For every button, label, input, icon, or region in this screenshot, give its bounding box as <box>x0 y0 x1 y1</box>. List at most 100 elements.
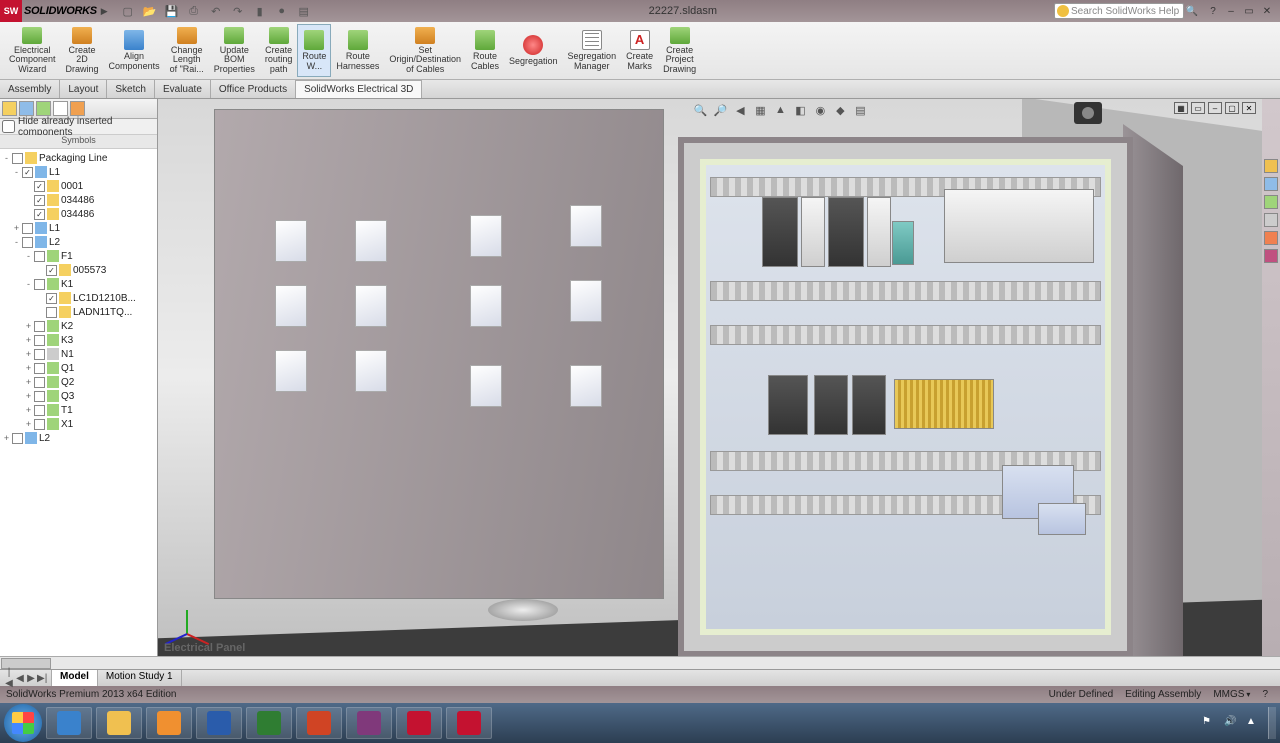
expand-icon[interactable]: + <box>24 363 33 373</box>
tab-sketch[interactable]: Sketch <box>107 80 155 98</box>
taskbar-excel-button[interactable] <box>246 707 292 739</box>
taskpane-design-library-icon[interactable] <box>1264 177 1278 191</box>
collapse-icon[interactable]: - <box>24 251 33 261</box>
hide-show-icon[interactable]: ◉ <box>812 102 828 118</box>
taskbar-file-explorer-button[interactable] <box>96 707 142 739</box>
panel-tab-property[interactable] <box>19 101 34 116</box>
search-input[interactable]: Search SolidWorks Help <box>1054 3 1184 19</box>
taskpane-custom-props-icon[interactable] <box>1264 249 1278 263</box>
taskbar-powerpoint-button[interactable] <box>296 707 342 739</box>
view-orient-icon[interactable]: ▲ <box>772 102 788 118</box>
collapse-icon[interactable]: - <box>12 237 21 247</box>
tree-checkbox[interactable]: ✓ <box>46 293 57 304</box>
ribbon-align-button[interactable]: AlignComponents <box>104 24 165 77</box>
panel-tab-electrical[interactable] <box>70 101 85 116</box>
tree-checkbox[interactable]: ✓ <box>34 209 45 220</box>
tree-item[interactable]: ✓005573 <box>0 263 157 277</box>
qat-rebuild-icon[interactable]: ● <box>274 3 290 19</box>
collapse-icon[interactable]: - <box>24 279 33 289</box>
qat-print-icon[interactable]: ⎙ <box>186 3 202 19</box>
tree-item[interactable]: -F1 <box>0 249 157 263</box>
scene-icon[interactable]: ▤ <box>852 102 868 118</box>
ribbon-create-button[interactable]: Create2DDrawing <box>61 24 104 77</box>
qat-options-icon[interactable]: ▤ <box>296 3 312 19</box>
status-units[interactable]: MMGS▾ <box>1213 689 1250 700</box>
prev-view-icon[interactable]: ◀ <box>732 102 748 118</box>
hide-inserted-input[interactable] <box>2 120 15 133</box>
tab-nav-next-icon[interactable]: ▶ <box>26 673 36 684</box>
start-button[interactable] <box>4 704 42 742</box>
tree-checkbox[interactable] <box>34 419 45 430</box>
expand-icon[interactable]: + <box>24 405 33 415</box>
tree-item[interactable]: +K3 <box>0 333 157 347</box>
ribbon-route-button[interactable]: RouteHarnesses <box>331 24 384 77</box>
ribbon-change-button[interactable]: ChangeLengthof "Rai... <box>165 24 209 77</box>
search-go-icon[interactable]: 🔍 <box>1184 6 1200 17</box>
graphics-viewport[interactable]: 🔍 🔎 ◀ ▦ ▲ ◧ ◉ ◆ ▤ ▦ ▭ – ▢ ✕ <box>158 99 1262 656</box>
tree-item[interactable]: -L2 <box>0 235 157 249</box>
tree-checkbox[interactable] <box>34 321 45 332</box>
ribbon-create-button[interactable]: CreateProjectDrawing <box>658 24 701 77</box>
ribbon-set-button[interactable]: SetOrigin/Destinationof Cables <box>384 24 466 77</box>
app-menu-dropdown[interactable]: ▶ <box>101 6 108 17</box>
tree-checkbox[interactable] <box>34 363 45 374</box>
expand-icon[interactable]: + <box>24 349 33 359</box>
ribbon-route-button[interactable]: RouteCables <box>466 24 504 77</box>
tab-evaluate[interactable]: Evaluate <box>155 80 211 98</box>
tree-checkbox[interactable] <box>34 405 45 416</box>
zoom-fit-icon[interactable]: 🔍 <box>692 102 708 118</box>
help-icon[interactable]: ? <box>1206 4 1220 18</box>
viewport-close-icon[interactable]: ✕ <box>1242 102 1256 114</box>
bottom-tab-model[interactable]: Model <box>52 670 98 686</box>
ribbon-segregation-button[interactable]: Segregation <box>504 24 563 77</box>
tree-item[interactable]: -Packaging Line <box>0 151 157 165</box>
tree-checkbox[interactable] <box>22 237 33 248</box>
tree-checkbox[interactable]: ✓ <box>46 265 57 276</box>
orientation-triad[interactable] <box>174 600 212 638</box>
expand-icon[interactable]: + <box>24 377 33 387</box>
tree-checkbox[interactable] <box>12 153 23 164</box>
panel-tab-display[interactable] <box>53 101 68 116</box>
display-style-icon[interactable]: ◧ <box>792 102 808 118</box>
tree-checkbox[interactable]: ✓ <box>22 167 33 178</box>
tab-office-products[interactable]: Office Products <box>211 80 296 98</box>
show-desktop-button[interactable] <box>1268 707 1276 739</box>
expand-icon[interactable]: + <box>12 223 21 233</box>
tree-item[interactable]: -K1 <box>0 277 157 291</box>
tab-layout[interactable]: Layout <box>60 80 107 98</box>
tree-item[interactable]: ✓034486 <box>0 207 157 221</box>
ribbon-update-button[interactable]: UpdateBOMProperties <box>209 24 260 77</box>
tree-checkbox[interactable] <box>34 279 45 290</box>
tab-assembly[interactable]: Assembly <box>0 80 60 98</box>
qat-open-icon[interactable]: 📂 <box>142 3 158 19</box>
tree-item[interactable]: ✓034486 <box>0 193 157 207</box>
status-help-icon[interactable]: ? <box>1262 689 1268 700</box>
tree-item[interactable]: +K2 <box>0 319 157 333</box>
qat-new-icon[interactable]: ▢ <box>120 3 136 19</box>
minimize-icon[interactable]: – <box>1224 4 1238 18</box>
tree-item[interactable]: +Q2 <box>0 375 157 389</box>
panel-tab-config[interactable] <box>36 101 51 116</box>
bottom-tab-motion-study-1[interactable]: Motion Study 1 <box>98 670 182 686</box>
appearance-icon[interactable]: ◆ <box>832 102 848 118</box>
tree-checkbox[interactable]: ✓ <box>34 181 45 192</box>
expand-icon[interactable]: + <box>24 335 33 345</box>
tray-volume-icon[interactable]: 🔊 <box>1224 716 1238 730</box>
panel-tab-feature-tree[interactable] <box>2 101 17 116</box>
tree-item[interactable]: -✓L1 <box>0 165 157 179</box>
tree-item[interactable]: ✓LC1D1210B... <box>0 291 157 305</box>
viewport-min-icon[interactable]: – <box>1208 102 1222 114</box>
ribbon-create-button[interactable]: Createroutingpath <box>260 24 298 77</box>
tree-item[interactable]: LADN11TQ... <box>0 305 157 319</box>
tree-item[interactable]: +X1 <box>0 417 157 431</box>
tree-item[interactable]: +L2 <box>0 431 157 445</box>
collapse-icon[interactable]: - <box>12 167 21 177</box>
taskpane-resources-icon[interactable] <box>1264 159 1278 173</box>
tree-item[interactable]: +L1 <box>0 221 157 235</box>
viewport-max-icon[interactable]: ▢ <box>1225 102 1239 114</box>
ribbon-segregation-button[interactable]: SegregationManager <box>563 24 622 77</box>
tree-item[interactable]: +N1 <box>0 347 157 361</box>
tree-item[interactable]: ✓0001 <box>0 179 157 193</box>
expand-icon[interactable]: + <box>2 433 11 443</box>
zoom-area-icon[interactable]: 🔎 <box>712 102 728 118</box>
